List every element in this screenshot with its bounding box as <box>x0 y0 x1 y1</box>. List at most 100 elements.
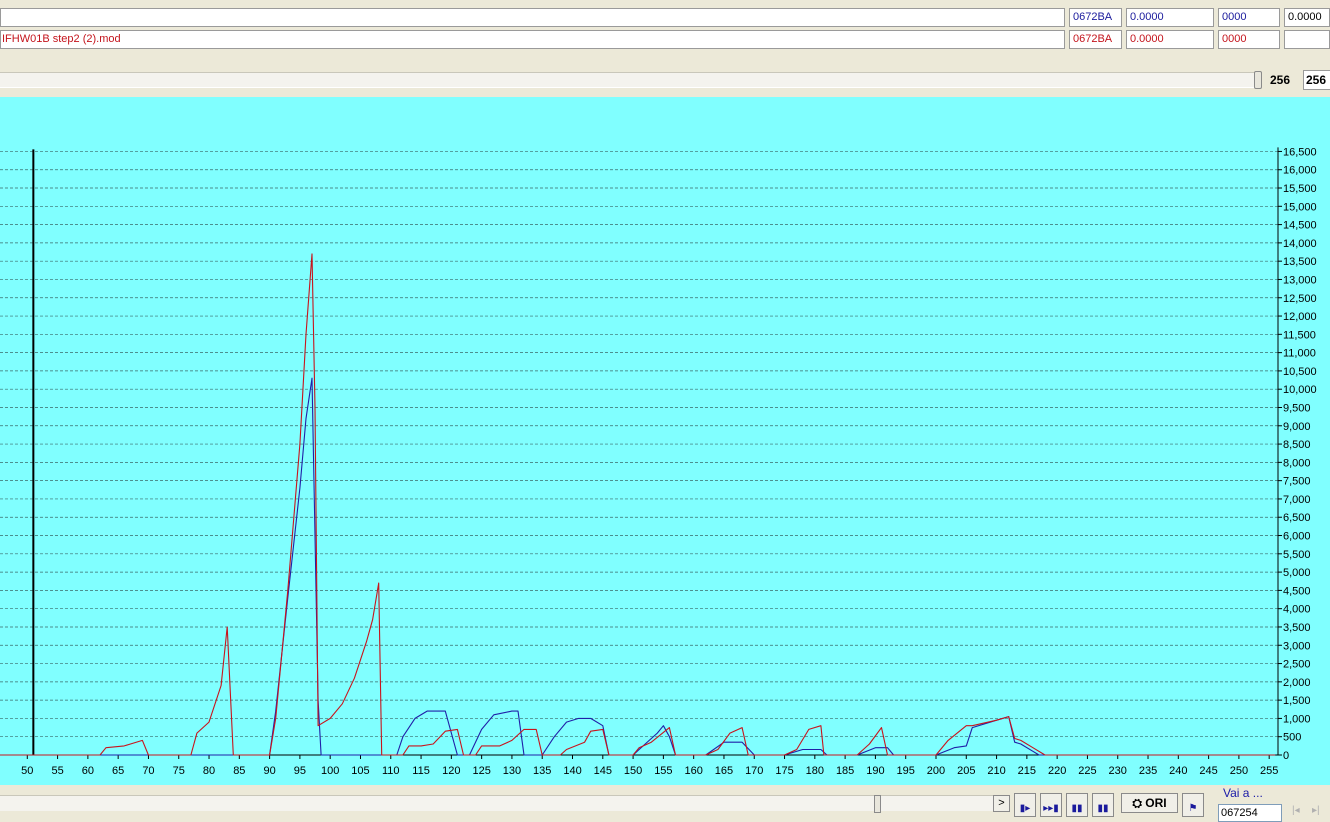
y-tick-label: 10,500 <box>1283 366 1317 378</box>
value-field-1a[interactable]: 0.0000 <box>1126 8 1214 27</box>
x-tick-label: 220 <box>1048 765 1066 777</box>
ori-label: ORI <box>1145 796 1166 810</box>
x-tick-label: 225 <box>1078 765 1096 777</box>
y-tick-label: 6,000 <box>1283 531 1311 543</box>
y-tick-label: 2,000 <box>1283 677 1311 689</box>
y-tick-label: 4,500 <box>1283 585 1311 597</box>
x-tick-label: 160 <box>684 765 702 777</box>
x-tick-label: 250 <box>1230 765 1248 777</box>
compare-blue-button[interactable]: ▮▮ <box>1066 793 1088 817</box>
ori-button[interactable]: ⛭ ORI <box>1121 793 1178 813</box>
value-field-2a[interactable]: 0.0000 <box>1126 30 1214 49</box>
zoom-value-input[interactable]: 256 <box>1303 70 1330 90</box>
x-tick-label: 205 <box>957 765 975 777</box>
y-tick-label: 500 <box>1283 732 1301 744</box>
y-tick-label: 9,000 <box>1283 421 1311 433</box>
x-tick-label: 80 <box>203 765 215 777</box>
x-tick-label: 230 <box>1109 765 1127 777</box>
y-tick-label: 11,500 <box>1283 329 1316 341</box>
x-tick-label: 70 <box>142 765 154 777</box>
bottom-toolbar: > ▮▸ ▸▸▮ ▮▮ ▮▮ ⛭ ORI ⚑ Vai a ... 067254 … <box>0 785 1330 815</box>
y-tick-label: 16,000 <box>1283 165 1317 177</box>
y-tick-label: 15,500 <box>1283 183 1317 195</box>
x-tick-label: 135 <box>533 765 551 777</box>
y-tick-label: 6,500 <box>1283 512 1311 524</box>
x-tick-label: 65 <box>112 765 124 777</box>
x-tick-label: 105 <box>351 765 369 777</box>
header-panel: 0672BA 0.0000 0000 0.0000 IFHW01B step2 … <box>0 0 1330 60</box>
y-tick-label: 15,000 <box>1283 201 1317 213</box>
y-tick-label: 12,500 <box>1283 293 1317 305</box>
x-tick-label: 100 <box>321 765 339 777</box>
value-field-1b[interactable]: 0000 <box>1218 8 1280 27</box>
x-tick-label: 60 <box>82 765 94 777</box>
y-tick-label: 13,500 <box>1283 256 1317 268</box>
address-field-1[interactable]: 0672BA <box>1069 8 1122 27</box>
zoom-slider-track[interactable] <box>0 72 1262 88</box>
lock-icon: ⛭ <box>1132 796 1142 810</box>
zoom-slider-row: 256 256 <box>0 66 1330 94</box>
x-tick-label: 235 <box>1139 765 1157 777</box>
nav-next-icon: ▸| <box>1312 805 1320 816</box>
y-tick-label: 5,000 <box>1283 567 1311 579</box>
y-tick-label: 14,500 <box>1283 220 1317 232</box>
x-tick-label: 185 <box>836 765 854 777</box>
nav-prev-icon: |◂ <box>1292 805 1300 816</box>
y-tick-label: 3,500 <box>1283 622 1311 634</box>
x-tick-label: 165 <box>715 765 733 777</box>
filename-field-1[interactable] <box>0 8 1065 27</box>
y-tick-label: 2,500 <box>1283 659 1311 671</box>
chart-area: 0 500 1,000 1,500 2,000 2,500 3,000 3,500 4,000 4… <box>0 97 1330 785</box>
y-tick-label: 16,500 <box>1283 146 1317 158</box>
x-tick-label: 115 <box>412 765 430 777</box>
series-blue-line <box>0 378 1275 755</box>
x-tick-label: 55 <box>51 765 63 777</box>
step-forward-button[interactable]: ▮▸ <box>1014 793 1036 817</box>
series-red-line <box>0 254 1275 755</box>
zoom-value-label: 256 <box>1270 72 1290 88</box>
y-tick-label: 3,000 <box>1283 640 1311 652</box>
filename-field-2[interactable]: IFHW01B step2 (2).mod <box>0 30 1065 49</box>
value-field-2c[interactable] <box>1284 30 1330 49</box>
y-tick-label: 5,500 <box>1283 549 1311 561</box>
y-tick-label: 1,000 <box>1283 713 1311 725</box>
x-tick-label: 140 <box>563 765 581 777</box>
line-chart[interactable]: 0 500 1,000 1,500 2,000 2,500 3,000 3,500 4,000 4… <box>0 97 1330 785</box>
x-tick-label: 95 <box>294 765 306 777</box>
address-field-2[interactable]: 0672BA <box>1069 30 1122 49</box>
x-tick-label: 200 <box>927 765 945 777</box>
x-tick-label: 145 <box>594 765 612 777</box>
y-tick-label: 12,000 <box>1283 311 1317 323</box>
x-tick-label: 170 <box>745 765 763 777</box>
y-tick-label: 7,500 <box>1283 476 1311 488</box>
x-tick-label: 255 <box>1260 765 1278 777</box>
scroll-right-button[interactable]: > <box>993 795 1010 812</box>
x-tick-label: 110 <box>382 765 400 777</box>
position-scrollbar-thumb[interactable] <box>874 795 881 813</box>
x-tick-label: 150 <box>624 765 642 777</box>
y-tick-label: 8,500 <box>1283 439 1311 451</box>
x-tick-label: 240 <box>1169 765 1187 777</box>
goto-label: Vai a ... <box>1223 786 1263 800</box>
x-tick-label: 125 <box>472 765 490 777</box>
value-field-1c[interactable]: 0.0000 <box>1284 8 1330 27</box>
goto-input[interactable]: 067254 <box>1218 804 1282 822</box>
x-tick-label: 50 <box>21 765 33 777</box>
value-field-2b[interactable]: 0000 <box>1218 30 1280 49</box>
x-tick-label: 130 <box>503 765 521 777</box>
compare-red-button[interactable]: ▮▮ <box>1092 793 1114 817</box>
fast-forward-button[interactable]: ▸▸▮ <box>1040 793 1062 817</box>
y-tick-label: 1,500 <box>1283 695 1311 707</box>
y-tick-label: 13,000 <box>1283 274 1317 286</box>
x-tick-label: 85 <box>233 765 245 777</box>
position-scrollbar-track[interactable] <box>0 795 1010 811</box>
y-tick-label: 4,000 <box>1283 604 1311 616</box>
x-tick-label: 155 <box>654 765 672 777</box>
x-tick-label: 190 <box>866 765 884 777</box>
x-tick-label: 245 <box>1199 765 1217 777</box>
y-tick-label: 10,000 <box>1283 384 1317 396</box>
flag-icon[interactable]: ⚑ <box>1182 793 1204 817</box>
x-tick-label: 215 <box>1018 765 1036 777</box>
y-tick-label: 0 <box>1283 750 1289 762</box>
zoom-slider-thumb[interactable] <box>1254 71 1262 89</box>
